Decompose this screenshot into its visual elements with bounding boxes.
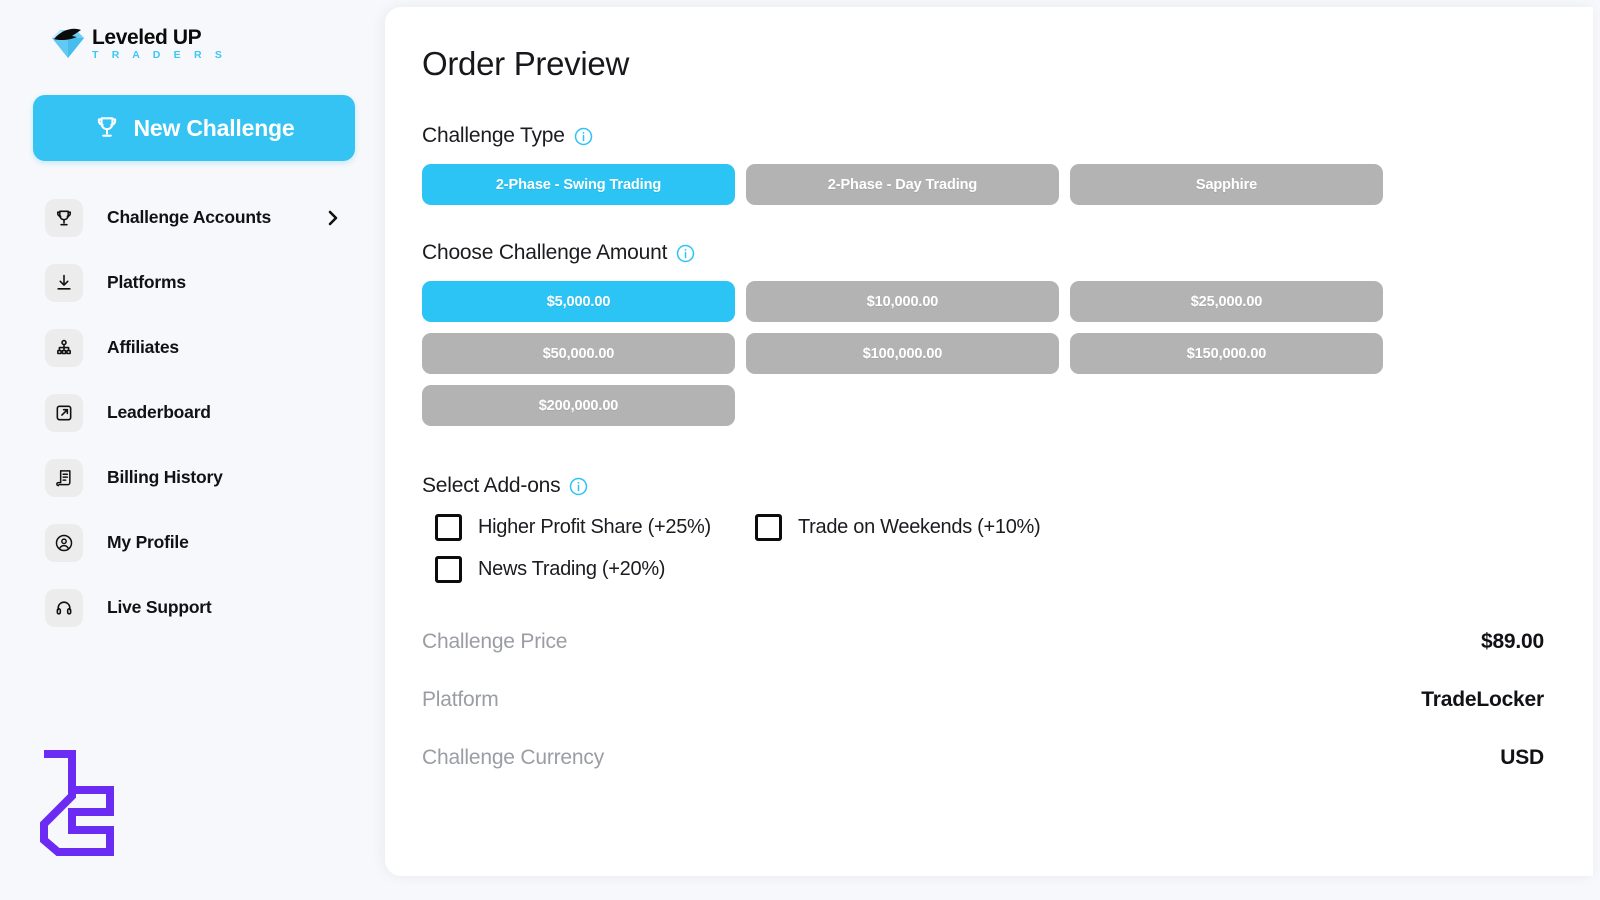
app-root: Leveled UP T R A D E R S New Challenge C… bbox=[0, 0, 1600, 900]
addon-label: News Trading (+20%) bbox=[478, 558, 666, 580]
addons-section: Select Add-ons Higher Profit Share (+25%… bbox=[422, 474, 1545, 583]
sidebar-item-label: Platforms bbox=[107, 272, 186, 292]
challenge-type-options: 2-Phase - Swing Trading 2-Phase - Day Tr… bbox=[422, 164, 1385, 205]
summary-key: Challenge Price bbox=[422, 630, 568, 653]
addons-options: Higher Profit Share (+25%) Trade on Week… bbox=[435, 514, 1545, 583]
sidebar-item-leaderboard[interactable]: Leaderboard bbox=[0, 380, 385, 445]
addon-news-trading[interactable]: News Trading (+20%) bbox=[435, 556, 755, 583]
sidebar-item-label: Leaderboard bbox=[107, 402, 211, 422]
download-icon bbox=[45, 263, 83, 302]
diamond-gem-icon bbox=[48, 27, 88, 61]
sidebar-item-platforms[interactable]: Platforms bbox=[0, 250, 385, 315]
sidebar-item-affiliates[interactable]: Affiliates bbox=[0, 315, 385, 380]
addon-label: Higher Profit Share (+25%) bbox=[478, 516, 711, 538]
addons-heading: Select Add-ons bbox=[422, 474, 1545, 498]
sidebar-item-challenge-accounts[interactable]: Challenge Accounts bbox=[0, 185, 385, 250]
challenge-type-section: Challenge Type 2-Phase - Swing Trading 2… bbox=[422, 124, 1545, 205]
addons-label: Select Add-ons bbox=[422, 474, 561, 497]
challenge-type-heading: Challenge Type bbox=[422, 124, 1545, 148]
sidebar-item-my-profile[interactable]: My Profile bbox=[0, 510, 385, 575]
external-link-icon bbox=[45, 393, 83, 432]
headset-icon bbox=[45, 588, 83, 627]
challenge-type-option[interactable]: Sapphire bbox=[1070, 164, 1383, 205]
summary-value: TradeLocker bbox=[1421, 688, 1544, 711]
brand-logo[interactable]: Leveled UP T R A D E R S bbox=[48, 24, 385, 64]
challenge-type-option[interactable]: 2-Phase - Day Trading bbox=[746, 164, 1059, 205]
sidebar-item-billing-history[interactable]: Billing History bbox=[0, 445, 385, 510]
summary-row: Challenge Currency USD bbox=[422, 729, 1544, 787]
addon-higher-profit-share[interactable]: Higher Profit Share (+25%) bbox=[435, 514, 755, 541]
info-icon[interactable] bbox=[569, 477, 588, 496]
org-chart-icon bbox=[45, 328, 83, 367]
summary-key: Platform bbox=[422, 688, 499, 711]
sidebar-nav: Challenge Accounts Platforms Affiliates … bbox=[0, 185, 385, 640]
info-icon[interactable] bbox=[676, 244, 695, 263]
info-icon[interactable] bbox=[574, 127, 593, 146]
receipt-icon bbox=[45, 458, 83, 497]
trophy-icon bbox=[94, 114, 120, 143]
summary-section: Challenge Price $89.00 Platform TradeLoc… bbox=[422, 613, 1545, 787]
addon-label: Trade on Weekends (+10%) bbox=[798, 516, 1041, 538]
addon-trade-on-weekends[interactable]: Trade on Weekends (+10%) bbox=[755, 514, 1545, 541]
brand-wordmark: Leveled UP T R A D E R S bbox=[92, 27, 227, 61]
summary-row: Challenge Price $89.00 bbox=[422, 613, 1544, 671]
challenge-amount-option[interactable]: $25,000.00 bbox=[1070, 281, 1383, 322]
brand-name-bottom: T R A D E R S bbox=[92, 49, 228, 62]
challenge-amount-label: Choose Challenge Amount bbox=[422, 241, 668, 264]
challenge-amount-option[interactable]: $50,000.00 bbox=[422, 333, 735, 374]
summary-value: USD bbox=[1500, 746, 1544, 769]
page-title: Order Preview bbox=[422, 45, 629, 82]
challenge-amount-option[interactable]: $200,000.00 bbox=[422, 385, 735, 426]
sidebar-item-label: Live Support bbox=[107, 597, 212, 617]
summary-key: Challenge Currency bbox=[422, 746, 604, 769]
lc-monogram-logo bbox=[38, 748, 124, 858]
challenge-amount-option[interactable]: $10,000.00 bbox=[746, 281, 1059, 322]
order-preview-card: Order Preview Challenge Type 2-Phase - S… bbox=[385, 7, 1593, 876]
summary-value: $89.00 bbox=[1480, 630, 1544, 653]
sidebar-item-label: Challenge Accounts bbox=[107, 207, 271, 227]
challenge-type-option[interactable]: 2-Phase - Swing Trading bbox=[422, 164, 735, 205]
sidebar-item-live-support[interactable]: Live Support bbox=[0, 575, 385, 640]
sidebar-item-label: My Profile bbox=[107, 532, 189, 552]
challenge-amount-option[interactable]: $100,000.00 bbox=[746, 333, 1059, 374]
sidebar: Leveled UP T R A D E R S New Challenge C… bbox=[0, 0, 385, 900]
checkbox[interactable] bbox=[435, 556, 462, 583]
challenge-amount-options: $5,000.00 $10,000.00 $25,000.00 $50,000.… bbox=[422, 281, 1385, 426]
checkbox[interactable] bbox=[755, 514, 782, 541]
challenge-amount-heading: Choose Challenge Amount bbox=[422, 241, 1545, 265]
sidebar-item-label: Billing History bbox=[107, 467, 223, 487]
challenge-amount-option[interactable]: $150,000.00 bbox=[1070, 333, 1383, 374]
brand-name-top: Leveled UP bbox=[92, 26, 202, 50]
chevron-right-icon[interactable] bbox=[326, 208, 340, 228]
checkbox[interactable] bbox=[435, 514, 462, 541]
challenge-amount-option[interactable]: $5,000.00 bbox=[422, 281, 735, 322]
trophy-icon bbox=[45, 198, 83, 237]
sidebar-item-label: Affiliates bbox=[107, 337, 179, 357]
new-challenge-label: New Challenge bbox=[133, 114, 295, 141]
user-circle-icon bbox=[45, 523, 83, 562]
challenge-type-label: Challenge Type bbox=[422, 124, 565, 147]
summary-row: Platform TradeLocker bbox=[422, 671, 1544, 729]
challenge-amount-section: Choose Challenge Amount $5,000.00 $10,00… bbox=[422, 241, 1545, 426]
new-challenge-button[interactable]: New Challenge bbox=[33, 95, 355, 161]
